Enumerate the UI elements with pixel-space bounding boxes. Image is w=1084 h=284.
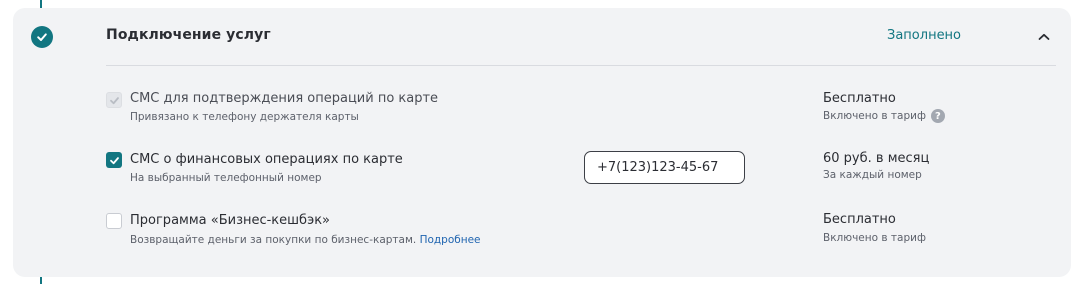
service-price-note-row: Включено в тариф xyxy=(823,232,926,244)
header-divider xyxy=(106,65,1056,66)
service-title: СМС для подтверждения операций по карте xyxy=(130,91,439,106)
service-price: Бесплатно xyxy=(823,212,896,227)
question-icon[interactable]: ? xyxy=(930,109,945,123)
section-status: Заполнено xyxy=(887,28,962,43)
service-title: СМС о финансовых операциях по карте xyxy=(130,152,403,167)
sms-financial-checkbox[interactable] xyxy=(106,152,122,168)
service-subtitle: На выбранный телефонный номер xyxy=(130,172,322,184)
service-subtitle-row: Возвращайте деньги за покупки по бизнес-… xyxy=(130,234,481,246)
service-price: 60 руб. в месяц xyxy=(823,151,930,166)
cashback-checkbox[interactable] xyxy=(106,213,122,229)
service-price-note-row: За каждый номер xyxy=(823,169,922,181)
collapse-button[interactable] xyxy=(1034,28,1054,46)
services-step: Подключение услуг Заполнено СМС для подт… xyxy=(0,0,1084,284)
service-price-note: Включено в тариф xyxy=(823,110,926,122)
check-icon xyxy=(37,33,47,41)
service-price: Бесплатно xyxy=(823,91,896,106)
service-title: Программа «Бизнес-кешбэк» xyxy=(130,213,331,228)
chevron-up-icon xyxy=(1038,33,1050,40)
service-price-note: За каждый номер xyxy=(823,169,922,181)
details-link[interactable]: Подробнее xyxy=(420,234,481,246)
phone-number-input[interactable] xyxy=(584,151,745,184)
service-subtitle: Привязано к телефону держателя карты xyxy=(130,111,359,123)
section-title: Подключение услуг xyxy=(106,27,271,43)
sms-confirmation-checkbox xyxy=(106,92,122,108)
step-complete-marker xyxy=(31,26,53,48)
service-price-note: Включено в тариф xyxy=(823,232,926,244)
service-price-note-row: Включено в тариф ? xyxy=(823,109,945,123)
service-subtitle: Возвращайте деньги за покупки по бизнес-… xyxy=(130,234,417,246)
check-icon xyxy=(109,96,119,104)
check-icon xyxy=(109,156,119,164)
